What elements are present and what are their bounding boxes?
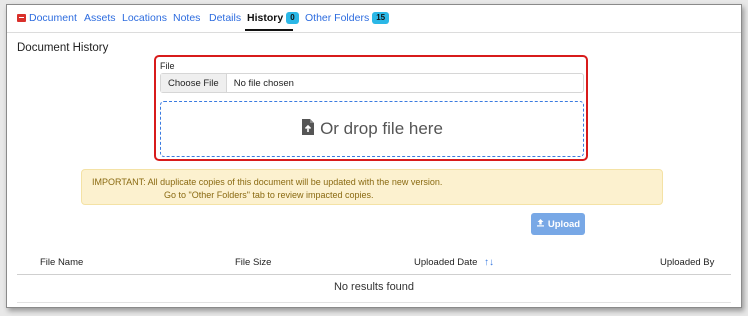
empty-table-message: No results found	[333, 281, 415, 293]
tab-assets[interactable]: Assets	[84, 12, 116, 24]
notice-line-1: IMPORTANT: All duplicate copies of this …	[92, 177, 443, 187]
sort-arrows-icon[interactable]: ↑↓	[484, 257, 494, 268]
tab-notes[interactable]: Notes	[173, 12, 200, 24]
file-input[interactable]: Choose File No file chosen	[160, 73, 584, 93]
tab-other-folders-label: Other Folders	[305, 12, 370, 24]
document-history-panel: Document Assets Locations Notes Details …	[6, 4, 742, 308]
tab-details[interactable]: Details	[209, 12, 241, 24]
document-icon	[17, 14, 26, 22]
table-row-divider	[17, 302, 731, 303]
other-folders-count-badge: 15	[372, 12, 390, 24]
history-count-badge: 0	[286, 12, 299, 24]
column-header-file-size[interactable]: File Size	[235, 257, 271, 268]
important-notice: IMPORTANT: All duplicate copies of this …	[81, 169, 663, 205]
notice-line-2: Go to "Other Folders" tab to review impa…	[164, 190, 374, 200]
file-dropzone[interactable]: Or drop file here	[160, 101, 584, 157]
dropzone-text: Or drop file here	[320, 119, 443, 138]
file-field-label: File	[160, 61, 175, 71]
column-header-file-name[interactable]: File Name	[40, 257, 83, 268]
uploaded-date-label: Uploaded Date	[414, 257, 478, 268]
file-upload-icon	[301, 118, 315, 141]
tab-assets-label: Assets	[84, 12, 116, 24]
table-header-divider	[17, 274, 731, 275]
tab-locations[interactable]: Locations	[122, 12, 167, 24]
upload-button-label: Upload	[547, 218, 581, 230]
tab-history-label: History	[247, 12, 284, 24]
tab-bar: Document Assets Locations Notes Details …	[7, 5, 741, 33]
file-status-text: No file chosen	[233, 77, 294, 89]
tab-details-label: Details	[209, 12, 242, 24]
column-header-uploaded-by[interactable]: Uploaded By	[660, 257, 714, 268]
tab-history[interactable]: History 0	[247, 12, 299, 24]
upload-button[interactable]: Upload	[531, 213, 585, 235]
active-tab-indicator	[245, 29, 293, 31]
tab-locations-label: Locations	[122, 12, 167, 24]
column-header-uploaded-date[interactable]: Uploaded Date ↑↓	[414, 257, 494, 268]
page-title: Document History	[17, 42, 109, 54]
file-upload-panel: File Choose File No file chosen Or drop …	[154, 55, 588, 161]
tab-other-folders[interactable]: Other Folders 15	[305, 12, 390, 24]
upload-icon	[536, 218, 545, 230]
choose-file-button[interactable]: Choose File	[161, 74, 227, 92]
tab-document-label: Document	[29, 12, 77, 24]
tab-notes-label: Notes	[173, 12, 201, 24]
tab-document[interactable]: Document	[17, 12, 77, 24]
